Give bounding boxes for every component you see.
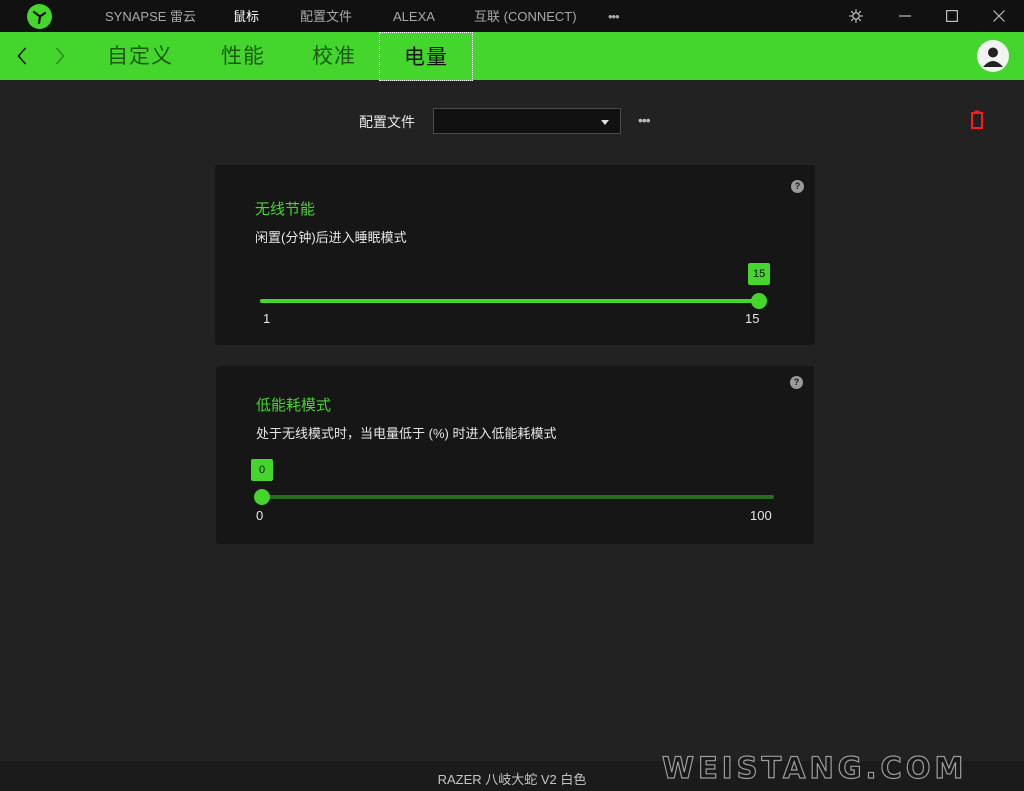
minimize-button[interactable] xyxy=(882,0,928,32)
slider-min-label: 1 xyxy=(263,311,271,326)
settings-button[interactable] xyxy=(833,0,879,32)
topnav-synapse[interactable]: SYNAPSE 雷云 xyxy=(105,0,196,32)
close-button[interactable] xyxy=(976,0,1022,32)
wireless-power-saving-description: 闲置(分钟)后进入睡眠模式 xyxy=(255,230,407,245)
battery-empty-icon xyxy=(971,110,983,134)
chevron-right-icon xyxy=(55,47,65,65)
razer-synapse-window: SYNAPSE 雷云 鼠标 配置文件 ALEXA 互联 (CONNECT) ••… xyxy=(0,0,1024,791)
close-icon xyxy=(993,10,1005,22)
tab-calibration[interactable]: 校准 xyxy=(312,32,356,80)
watermark: WEISTANG.COM xyxy=(661,750,968,785)
help-icon[interactable]: ? xyxy=(791,180,804,193)
slider-value-bubble: 15 xyxy=(748,263,771,285)
slider-min-label: 0 xyxy=(256,508,264,523)
slider-thumb[interactable] xyxy=(254,489,270,505)
topnav-alexa[interactable]: ALEXA xyxy=(393,0,435,32)
minimize-icon xyxy=(899,15,911,17)
topnav-mouse[interactable]: 鼠标 xyxy=(233,0,259,32)
sub-navigation: 自定义 性能 校准 电量 xyxy=(0,32,1024,81)
profile-dropdown[interactable] xyxy=(433,108,621,134)
maximize-button[interactable] xyxy=(929,0,975,32)
topnav-connect[interactable]: 互联 (CONNECT) xyxy=(474,0,577,32)
gear-icon xyxy=(849,9,863,23)
topnav-profiles[interactable]: 配置文件 xyxy=(300,0,352,32)
title-bar: SYNAPSE 雷云 鼠标 配置文件 ALEXA 互联 (CONNECT) ••… xyxy=(0,0,1024,32)
slider-value-bubble: 0 xyxy=(251,459,273,481)
profile-more-button[interactable]: ••• xyxy=(638,112,651,128)
razer-logo-icon[interactable] xyxy=(27,4,52,29)
forward-button[interactable] xyxy=(50,32,70,80)
slider-fill xyxy=(260,299,759,303)
slider-max-label: 100 xyxy=(750,508,772,523)
low-power-mode-description: 处于无线模式时，当电量低于 (%) 时进入低能耗模式 xyxy=(256,426,557,441)
tab-customize[interactable]: 自定义 xyxy=(107,32,173,80)
low-power-mode-card: ? 低能耗模式 处于无线模式时，当电量低于 (%) 时进入低能耗模式 0 0 1… xyxy=(216,366,814,544)
user-avatar-icon[interactable] xyxy=(977,40,1009,72)
maximize-icon xyxy=(946,10,958,22)
tab-power[interactable]: 电量 xyxy=(379,32,473,81)
tab-performance[interactable]: 性能 xyxy=(221,32,265,80)
low-power-mode-title: 低能耗模式 xyxy=(256,397,332,414)
slider-track[interactable] xyxy=(260,299,759,303)
profile-label: 配置文件 xyxy=(359,114,415,130)
wireless-power-saving-card: ? 无线节能 闲置(分钟)后进入睡眠模式 15 1 15 xyxy=(215,165,815,345)
wireless-power-saving-title: 无线节能 xyxy=(255,201,316,218)
slider-thumb[interactable] xyxy=(751,293,767,309)
help-icon[interactable]: ? xyxy=(790,376,803,389)
back-button[interactable] xyxy=(12,32,32,80)
topnav-more-button[interactable]: ••• xyxy=(608,0,620,32)
slider-max-label: 15 xyxy=(745,311,760,326)
chevron-left-icon xyxy=(17,47,27,65)
slider-track[interactable] xyxy=(262,495,774,499)
chevron-down-icon xyxy=(601,120,609,125)
